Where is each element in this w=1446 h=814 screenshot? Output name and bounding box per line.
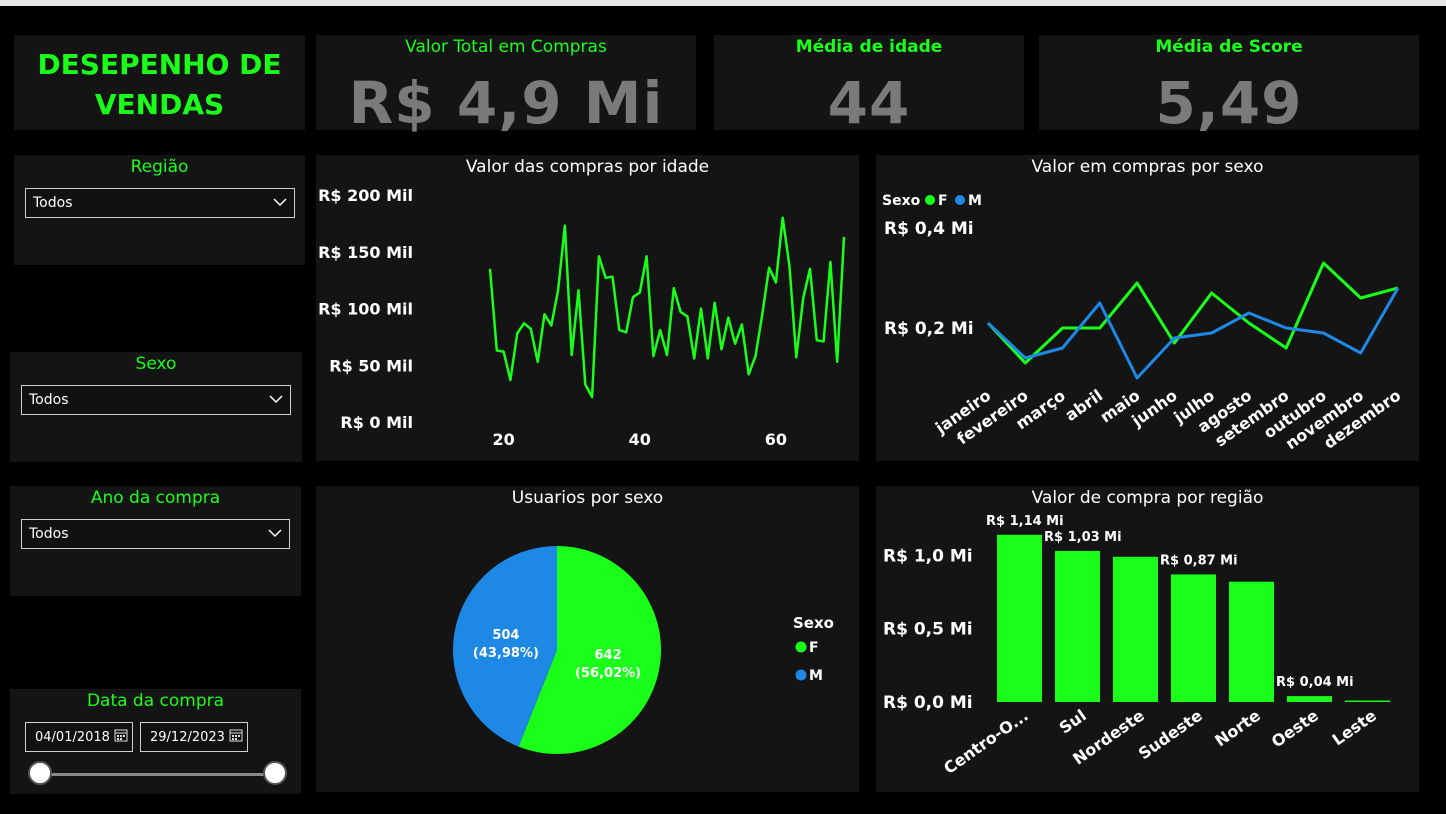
chart-compras-idade: Valor das compras por idade R$ 0 Mil R$ 5… [316, 155, 859, 461]
ano-dropdown[interactable]: Todos [21, 519, 290, 549]
kpi-media-idade-title: Média de idade [795, 37, 943, 57]
page-title: DESEPENHO DE VENDAS [14, 45, 305, 125]
kpi-valor-total-title: Valor Total em Compras [405, 37, 607, 57]
bar-data-label: R$ 0,04 Mi [1276, 675, 1354, 690]
x-tick-label: Norte [1211, 706, 1264, 751]
sexo-dropdown-value: Todos [29, 392, 69, 408]
series-line-m [986, 287, 1400, 380]
y-tick-label: R$ 150 Mil [318, 243, 413, 262]
chart-usuarios-sexo: Usuarios por sexo 642 (56,02%) 504 (43,98%)… [316, 486, 859, 792]
date-range-handle-start[interactable] [28, 761, 52, 785]
y-tick-label: R$ 0,5 Mi [883, 620, 973, 640]
series-line-f [986, 261, 1399, 365]
bar-3 [1171, 574, 1216, 702]
top-strip [0, 0, 1446, 6]
page-title-line1: DESEPENHO DE [37, 48, 282, 81]
bar-2 [1113, 556, 1158, 702]
legend-title: Sexo [793, 614, 834, 632]
x-tick-label: Oeste [1268, 706, 1322, 752]
x-tick-label: Centro-O... [940, 706, 1032, 778]
x-tick-label: Leste [1329, 706, 1380, 750]
calendar-icon[interactable] [114, 728, 128, 742]
y-tick-label: R$ 0,2 Mi [884, 319, 974, 339]
date-start-value: 04/01/2018 [35, 730, 110, 745]
date-end-input[interactable]: 29/12/2023 [140, 722, 248, 752]
y-tick-label: R$ 200 Mil [318, 186, 413, 205]
legend-label: M [809, 668, 823, 684]
date-range-track[interactable] [42, 773, 277, 776]
chart-compras-sexo: Valor em compras por sexo Sexo F M R$ 0,2 M… [876, 155, 1419, 461]
chart-compras-sexo-plot: Sexo F MR$ 0,2 MiR$ 0,4 Mijaneirofevereiro… [882, 193, 1404, 453]
pie-label-value: 642 [595, 648, 622, 663]
bar-5 [1287, 696, 1332, 702]
kpi-media-score-value: 5,49 [1155, 69, 1303, 137]
legend-label: M [968, 193, 982, 209]
x-tick-label: abril [1062, 386, 1107, 425]
chart-compra-regiao-plot: R$ 0,0 Mi R$ 0,5 Mi R$ 1,0 Mi R$ 1,14 Mi Cen… [883, 514, 1390, 778]
kpi-valor-total: Valor Total em Compras R$ 4,9 Mi [316, 35, 696, 137]
slicer-regiao: Região Todos [14, 155, 305, 265]
legend-marker [795, 641, 807, 653]
legend-label: F [809, 640, 819, 656]
series-line [488, 216, 846, 399]
calendar-icon[interactable] [229, 728, 243, 742]
chevron-down-icon [273, 198, 287, 207]
slicer-data-title: Data da compra [86, 691, 225, 711]
pie-label-pct: (56,02%) [575, 666, 641, 681]
y-tick-label: R$ 0 Mil [340, 413, 413, 432]
legend-marker [955, 195, 965, 205]
date-end-value: 29/12/2023 [150, 730, 225, 745]
ano-dropdown-value: Todos [29, 526, 69, 542]
chart-compra-regiao: Valor de compra por região R$ 0,0 Mi R$ 0… [876, 486, 1419, 792]
x-tick-label: Sul [1056, 706, 1090, 738]
y-tick-label: R$ 0,0 Mi [883, 693, 973, 713]
bar-data-label: R$ 1,03 Mi [1044, 530, 1122, 545]
x-tick-label: 60 [765, 430, 787, 449]
y-tick-label: R$ 0,4 Mi [884, 219, 974, 239]
regiao-dropdown[interactable]: Todos [25, 188, 295, 218]
kpi-valor-total-value: R$ 4,9 Mi [348, 69, 664, 137]
slicer-ano: Ano da compra Todos [10, 486, 301, 596]
bar-data-label: R$ 0,87 Mi [1160, 553, 1238, 568]
slicer-regiao-title: Região [130, 157, 189, 177]
sexo-dropdown[interactable]: Todos [21, 385, 291, 415]
date-start-input[interactable]: 04/01/2018 [25, 722, 133, 752]
title-tile: DESEPENHO DE VENDAS [14, 35, 305, 130]
slicer-sexo: Sexo Todos [10, 352, 302, 462]
x-tick-label: Sudeste [1135, 706, 1206, 764]
kpi-media-idade: Média de idade 44 [714, 35, 1024, 137]
bar-4 [1229, 581, 1274, 702]
y-tick-label: R$ 50 Mil [329, 356, 413, 375]
legend-marker [795, 669, 807, 681]
y-tick-label: R$ 1,0 Mi [883, 546, 973, 566]
bar-6 [1345, 700, 1390, 702]
bar-1 [1055, 550, 1100, 702]
bar-0 [997, 534, 1042, 702]
kpi-media-score-title: Média de Score [1155, 37, 1303, 57]
kpi-media-idade-value: 44 [827, 69, 911, 137]
chevron-down-icon [268, 529, 282, 538]
page-title-line2: VENDAS [94, 88, 225, 121]
kpi-media-score: Média de Score 5,49 [1039, 35, 1419, 137]
x-tick-label: 40 [629, 430, 651, 449]
chart-compras-idade-plot: R$ 0 Mil R$ 50 Mil R$ 100 Mil R$ 150 Mil R$ … [318, 186, 846, 449]
legend-title: Sexo [882, 193, 921, 209]
x-tick-label: 20 [492, 430, 514, 449]
regiao-dropdown-value: Todos [33, 195, 73, 211]
slicer-data: Data da compra 04/01/2018 29/12/2023 [10, 689, 301, 794]
slicer-sexo-title: Sexo [135, 354, 177, 374]
pie-label-value: 504 [492, 628, 519, 643]
slicer-ano-title: Ano da compra [90, 488, 221, 508]
y-tick-label: R$ 100 Mil [318, 300, 413, 319]
legend-marker [925, 195, 935, 205]
date-range-handle-end[interactable] [263, 761, 287, 785]
legend-label: F [938, 193, 948, 209]
chevron-down-icon [269, 395, 283, 404]
chart-usuarios-sexo-plot: 642 (56,02%) 504 (43,98%) Sexo FM [452, 546, 834, 754]
pie-label-pct: (43,98%) [473, 646, 539, 661]
bar-data-label: R$ 1,14 Mi [986, 514, 1064, 529]
